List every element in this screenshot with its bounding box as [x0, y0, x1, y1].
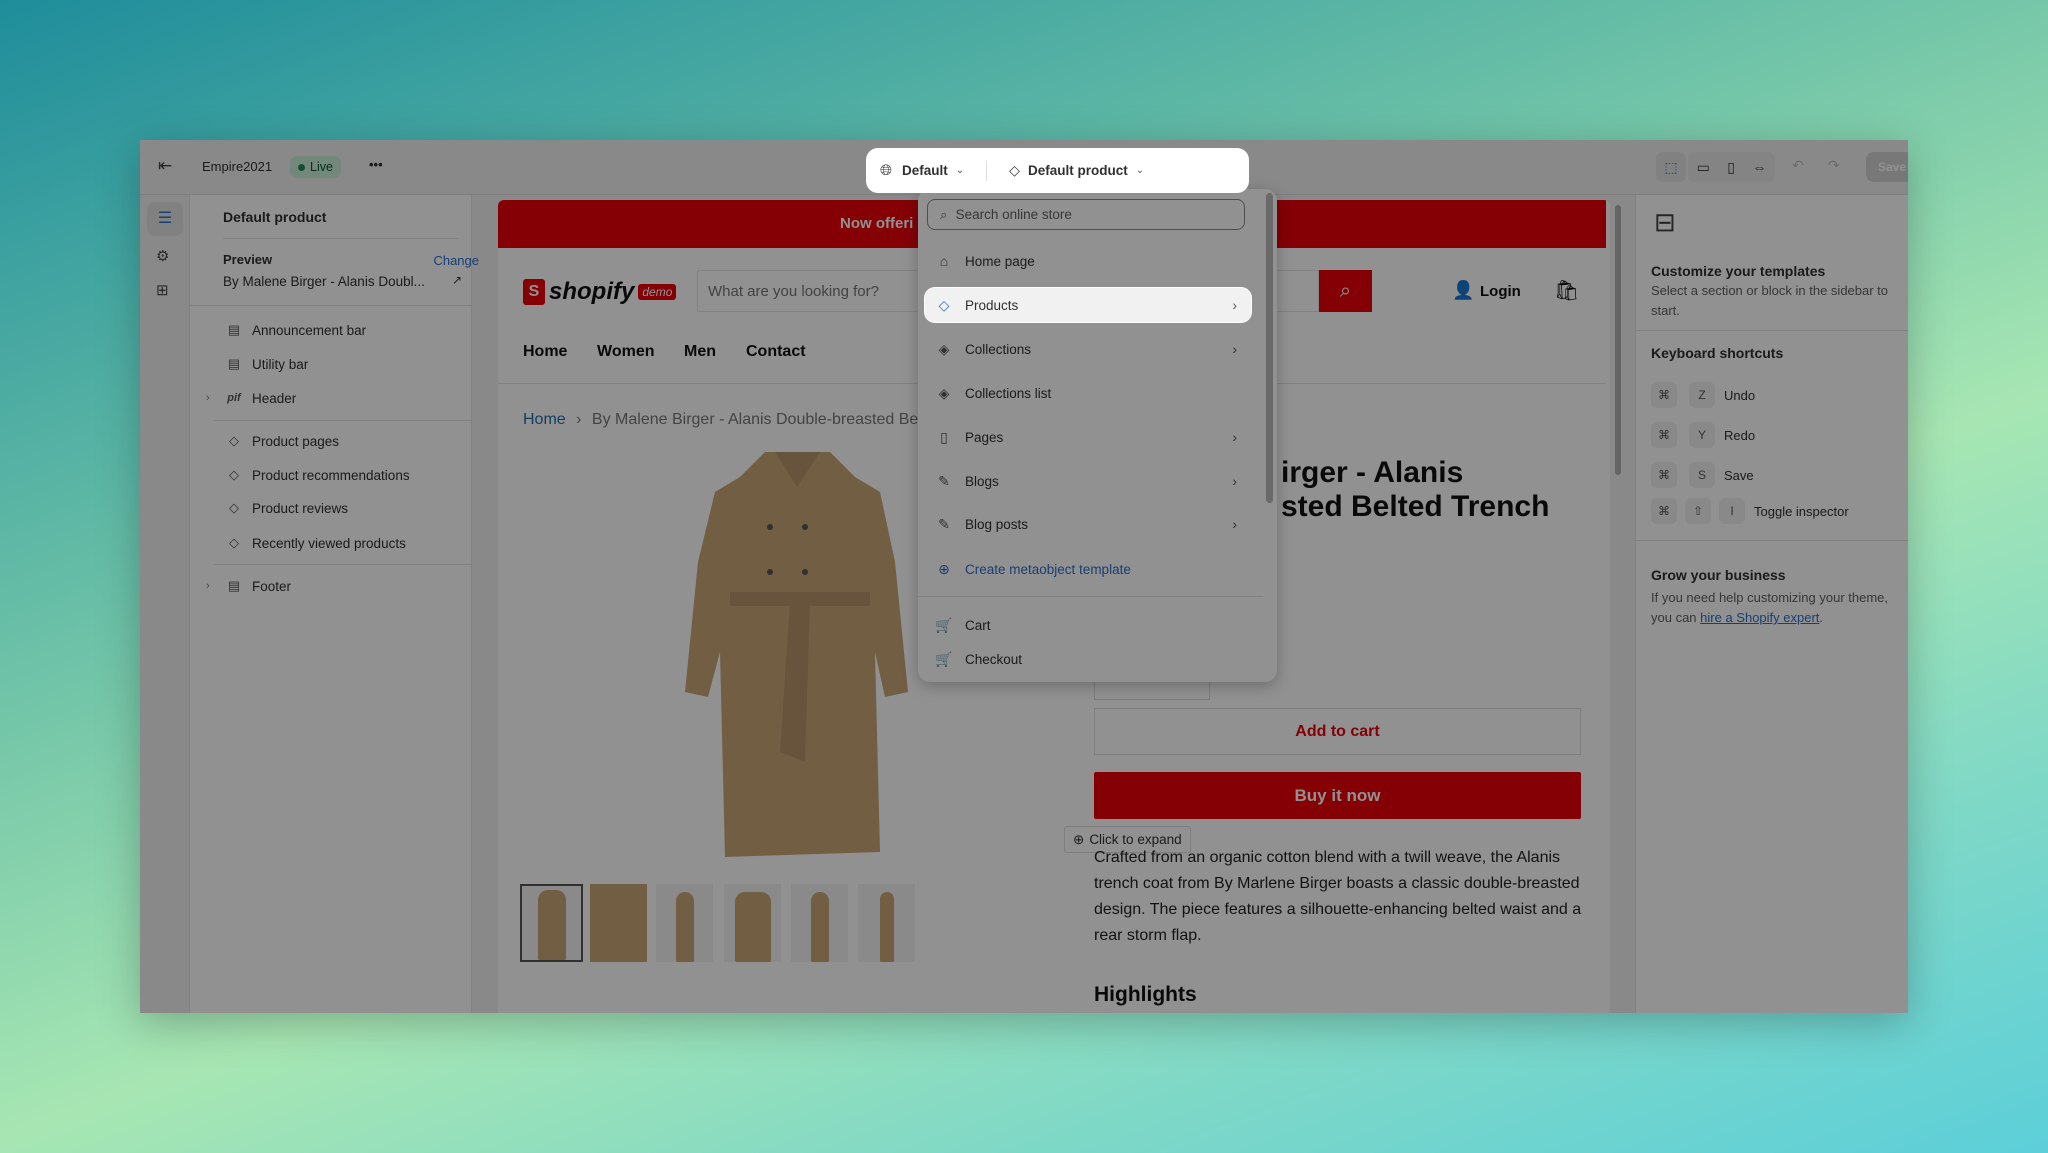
menu-item-products[interactable]: ◇ Products ›	[925, 288, 1251, 322]
chevron-right-icon: ›	[1232, 297, 1237, 313]
chevron-down-icon[interactable]: ⌄	[1136, 165, 1144, 176]
tag-icon: ◇	[1009, 162, 1020, 178]
template-select[interactable]: Default product	[1028, 163, 1128, 178]
divider	[986, 160, 988, 181]
theme-select[interactable]: Default	[902, 163, 948, 178]
template-selector: 🌐︎ Default ⌄ ◇ Default product ⌄	[866, 148, 1249, 193]
menu-label: Products	[965, 297, 1019, 313]
chevron-down-icon[interactable]: ⌄	[956, 165, 964, 176]
globe-icon: 🌐︎	[880, 162, 893, 179]
tag-icon: ◇	[938, 296, 950, 313]
dim-overlay	[140, 140, 1908, 1013]
theme-editor-window: ⇤ Empire2021 Live ••• ⬚ ▭ ▯ ⇔ ↶ ↷ Save ☰ ⚙…	[140, 140, 1908, 1013]
